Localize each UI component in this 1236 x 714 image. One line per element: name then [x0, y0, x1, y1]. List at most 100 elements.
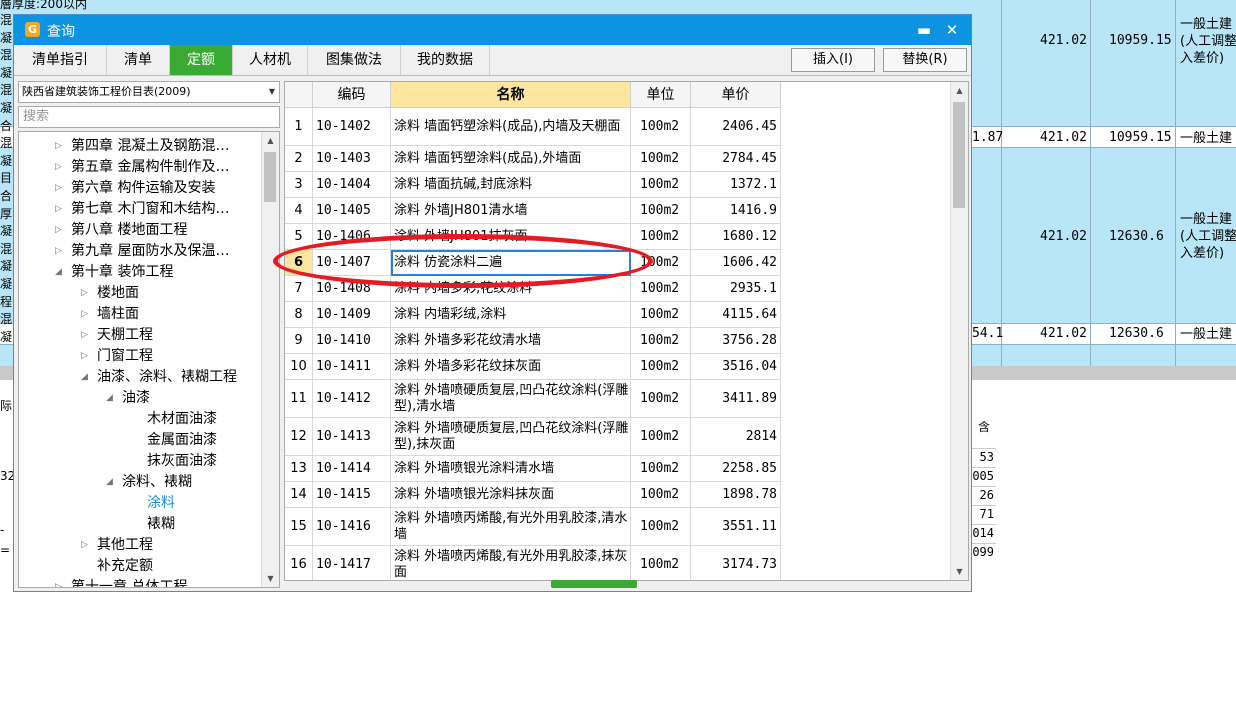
row-number[interactable]: 2: [285, 146, 313, 172]
cell-price[interactable]: 3551.11: [691, 508, 781, 546]
tab-labor-material[interactable]: 人材机: [233, 45, 308, 75]
cell-code[interactable]: 10-1412: [313, 380, 391, 418]
tab-list[interactable]: 清单: [107, 45, 170, 75]
column-header-name[interactable]: 名称: [391, 82, 631, 108]
cell-unit[interactable]: 100m2: [631, 418, 691, 456]
column-header-code[interactable]: 编码: [313, 82, 391, 108]
tree-item[interactable]: 门窗工程: [97, 346, 153, 367]
cell-price[interactable]: 1606.42: [691, 250, 781, 276]
cell-code[interactable]: 10-1404: [313, 172, 391, 198]
cell-name[interactable]: 涂料 外墙喷丙烯酸,有光外用乳胶漆,抹灰面: [391, 546, 631, 580]
cell-unit[interactable]: 100m2: [631, 508, 691, 546]
collapse-icon[interactable]: ◢: [81, 367, 88, 388]
row-number[interactable]: 3: [285, 172, 313, 198]
expand-icon[interactable]: ▷: [81, 283, 88, 304]
scroll-thumb[interactable]: [264, 152, 276, 202]
tab-my-data[interactable]: 我的数据: [401, 45, 490, 75]
expand-icon[interactable]: ▷: [55, 241, 62, 262]
cell-name[interactable]: 涂料 墙面钙塑涂料(成品),外墙面: [391, 146, 631, 172]
cell-code[interactable]: 10-1403: [313, 146, 391, 172]
tree-item[interactable]: 油漆、涂料、裱糊工程: [97, 367, 237, 388]
cell-code[interactable]: 10-1416: [313, 508, 391, 546]
cell-name[interactable]: 涂料 外墙喷银光涂料清水墙: [391, 456, 631, 482]
cell-code[interactable]: 10-1417: [313, 546, 391, 580]
cell-unit[interactable]: 100m2: [631, 302, 691, 328]
cell-unit[interactable]: 100m2: [631, 108, 691, 146]
cell-unit[interactable]: 100m2: [631, 546, 691, 580]
cell-unit[interactable]: 100m2: [631, 456, 691, 482]
tree-item[interactable]: 第六章 构件运输及安装: [71, 178, 215, 199]
expand-icon[interactable]: ▷: [55, 178, 62, 199]
cell-price[interactable]: 3516.04: [691, 354, 781, 380]
cell-name[interactable]: 涂料 外墙多彩花纹清水墙: [391, 328, 631, 354]
cell-code[interactable]: 10-1415: [313, 482, 391, 508]
tree-item[interactable]: 裱糊: [147, 514, 175, 535]
cell-unit[interactable]: 100m2: [631, 146, 691, 172]
row-number[interactable]: 12: [285, 418, 313, 456]
cell-code[interactable]: 10-1410: [313, 328, 391, 354]
cell-unit[interactable]: 100m2: [631, 276, 691, 302]
tree-item[interactable]: 第十一章 总体工程: [71, 577, 187, 587]
expand-icon[interactable]: ▷: [55, 220, 62, 241]
row-number[interactable]: 7: [285, 276, 313, 302]
cell-price[interactable]: 3756.28: [691, 328, 781, 354]
column-header-price[interactable]: 单价: [691, 82, 781, 108]
cell-unit[interactable]: 100m2: [631, 328, 691, 354]
row-number[interactable]: 9: [285, 328, 313, 354]
collapse-icon[interactable]: ◢: [55, 262, 62, 283]
expand-icon[interactable]: ▷: [55, 577, 62, 587]
cell-name[interactable]: 涂料 墙面钙塑涂料(成品),内墙及天棚面: [391, 108, 631, 146]
row-number[interactable]: 13: [285, 456, 313, 482]
cell-price[interactable]: 1416.9: [691, 198, 781, 224]
tree-item[interactable]: 第四章 混凝土及钢筋混…: [71, 136, 229, 157]
maximize-icon[interactable]: ▬: [913, 19, 935, 41]
row-number[interactable]: 15: [285, 508, 313, 546]
cell-name[interactable]: 涂料 外墙JH801清水墙: [391, 198, 631, 224]
cell-unit[interactable]: 100m2: [631, 198, 691, 224]
cell-name[interactable]: 涂料 外墙喷硬质复层,凹凸花纹涂料(浮雕型),抹灰面: [391, 418, 631, 456]
cell-code[interactable]: 10-1413: [313, 418, 391, 456]
close-icon[interactable]: ✕: [941, 19, 963, 41]
cell-price[interactable]: 2935.1: [691, 276, 781, 302]
cell-price[interactable]: 2814: [691, 418, 781, 456]
cell-name[interactable]: 涂料 内墙彩绒,涂料: [391, 302, 631, 328]
cell-price[interactable]: 2406.45: [691, 108, 781, 146]
tree-scrollbar[interactable]: ▲ ▼: [261, 132, 279, 587]
grid-scrollbar[interactable]: ▲ ▼: [950, 82, 968, 580]
cell-price[interactable]: 3174.73: [691, 546, 781, 580]
tree-item[interactable]: 第五章 金属构件制作及…: [71, 157, 229, 178]
expand-icon[interactable]: ▷: [81, 535, 88, 556]
cell-code[interactable]: 10-1402: [313, 108, 391, 146]
tree-item[interactable]: 木材面油漆: [147, 409, 217, 430]
row-number[interactable]: 11: [285, 380, 313, 418]
cell-price[interactable]: 2258.85: [691, 456, 781, 482]
cell-price[interactable]: 1898.78: [691, 482, 781, 508]
cell-price[interactable]: 4115.64: [691, 302, 781, 328]
expand-icon[interactable]: ▷: [55, 157, 62, 178]
tree-item[interactable]: 抹灰面油漆: [147, 451, 217, 472]
column-header-unit[interactable]: 单位: [631, 82, 691, 108]
scroll-up-icon[interactable]: ▲: [262, 132, 279, 149]
tree-item[interactable]: 金属面油漆: [147, 430, 217, 451]
replace-button[interactable]: 替换(R): [883, 48, 967, 72]
tree-item[interactable]: 涂料: [147, 493, 175, 514]
row-number[interactable]: 16: [285, 546, 313, 580]
collapse-icon[interactable]: ◢: [106, 388, 113, 409]
row-number[interactable]: 14: [285, 482, 313, 508]
tree-item[interactable]: 其他工程: [97, 535, 153, 556]
cell-name[interactable]: 涂料 外墙多彩花纹抹灰面: [391, 354, 631, 380]
tree-item[interactable]: 油漆: [122, 388, 150, 409]
cell-name[interactable]: 涂料 外墙喷丙烯酸,有光外用乳胶漆,清水墙: [391, 508, 631, 546]
tree-item[interactable]: 第八章 楼地面工程: [71, 220, 187, 241]
scroll-up-icon[interactable]: ▲: [951, 82, 968, 99]
cell-name[interactable]: 涂料 外墙喷银光涂料抹灰面: [391, 482, 631, 508]
tree-item[interactable]: 楼地面: [97, 283, 139, 304]
cell-unit[interactable]: 100m2: [631, 482, 691, 508]
cell-price[interactable]: 3411.89: [691, 380, 781, 418]
library-select[interactable]: 陕西省建筑装饰工程价目表(2009) ▼: [18, 81, 280, 103]
cell-name[interactable]: 涂料 外墙喷硬质复层,凹凸花纹涂料(浮雕型),清水墙: [391, 380, 631, 418]
cell-code[interactable]: 10-1411: [313, 354, 391, 380]
expand-icon[interactable]: ▷: [55, 136, 62, 157]
cell-price[interactable]: 2784.45: [691, 146, 781, 172]
collapse-icon[interactable]: ◢: [106, 472, 113, 493]
